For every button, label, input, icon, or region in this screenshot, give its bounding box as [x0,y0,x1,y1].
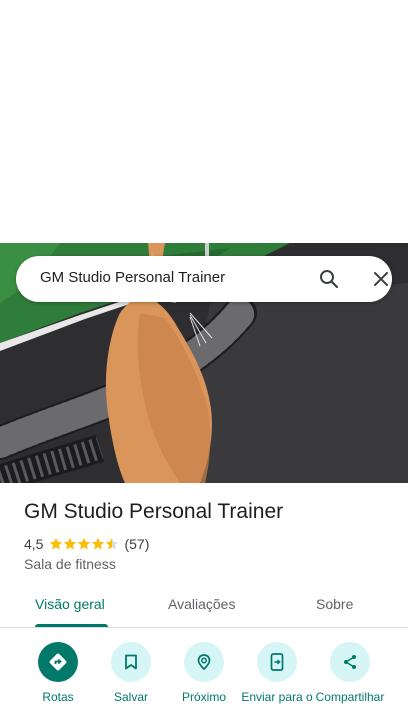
search-query-text[interactable]: GM Studio Personal Trainer [40,269,225,286]
place-category: Sala de fitness [24,556,116,572]
nearby-icon [184,642,224,682]
tab-about[interactable]: Sobre [316,596,353,612]
share-label: Compartilhar [315,690,385,704]
send-to-phone-label: Enviar para o [241,690,313,704]
save-label: Salvar [113,690,148,704]
action-buttons: Rotas Salvar Próximo Enviar para o Compa… [0,640,408,726]
save-button[interactable]: Salvar [91,640,171,705]
tab-overview[interactable]: Visão geral [35,596,105,612]
tab-reviews[interactable]: Avaliações [168,596,235,612]
search-icon[interactable] [316,267,342,291]
star-rating [49,537,119,551]
close-icon[interactable] [368,267,394,291]
send-to-phone-icon [257,642,297,682]
nearby-button[interactable]: Próximo [164,640,244,705]
bookmark-icon [111,642,151,682]
rating-value: 4,5 [24,536,44,552]
place-title: GM Studio Personal Trainer [24,500,284,523]
share-icon [330,642,370,682]
active-tab-indicator [35,624,108,627]
search-bar[interactable]: GM Studio Personal Trainer [16,256,392,302]
directions-label: Rotas [42,690,74,704]
send-to-phone-button[interactable]: Enviar para o [237,640,317,705]
map-blank-area [0,0,408,243]
review-count[interactable]: (57) [124,536,149,552]
directions-icon [38,642,78,682]
share-button[interactable]: Compartilhar [310,640,390,705]
nearby-label: Próximo [181,690,226,704]
stars-icon [50,537,119,550]
directions-button[interactable]: Rotas [18,640,98,705]
rating-row[interactable]: 4,5 (57) [24,536,149,552]
tab-bar: Visão geral Avaliações Sobre [0,586,408,628]
